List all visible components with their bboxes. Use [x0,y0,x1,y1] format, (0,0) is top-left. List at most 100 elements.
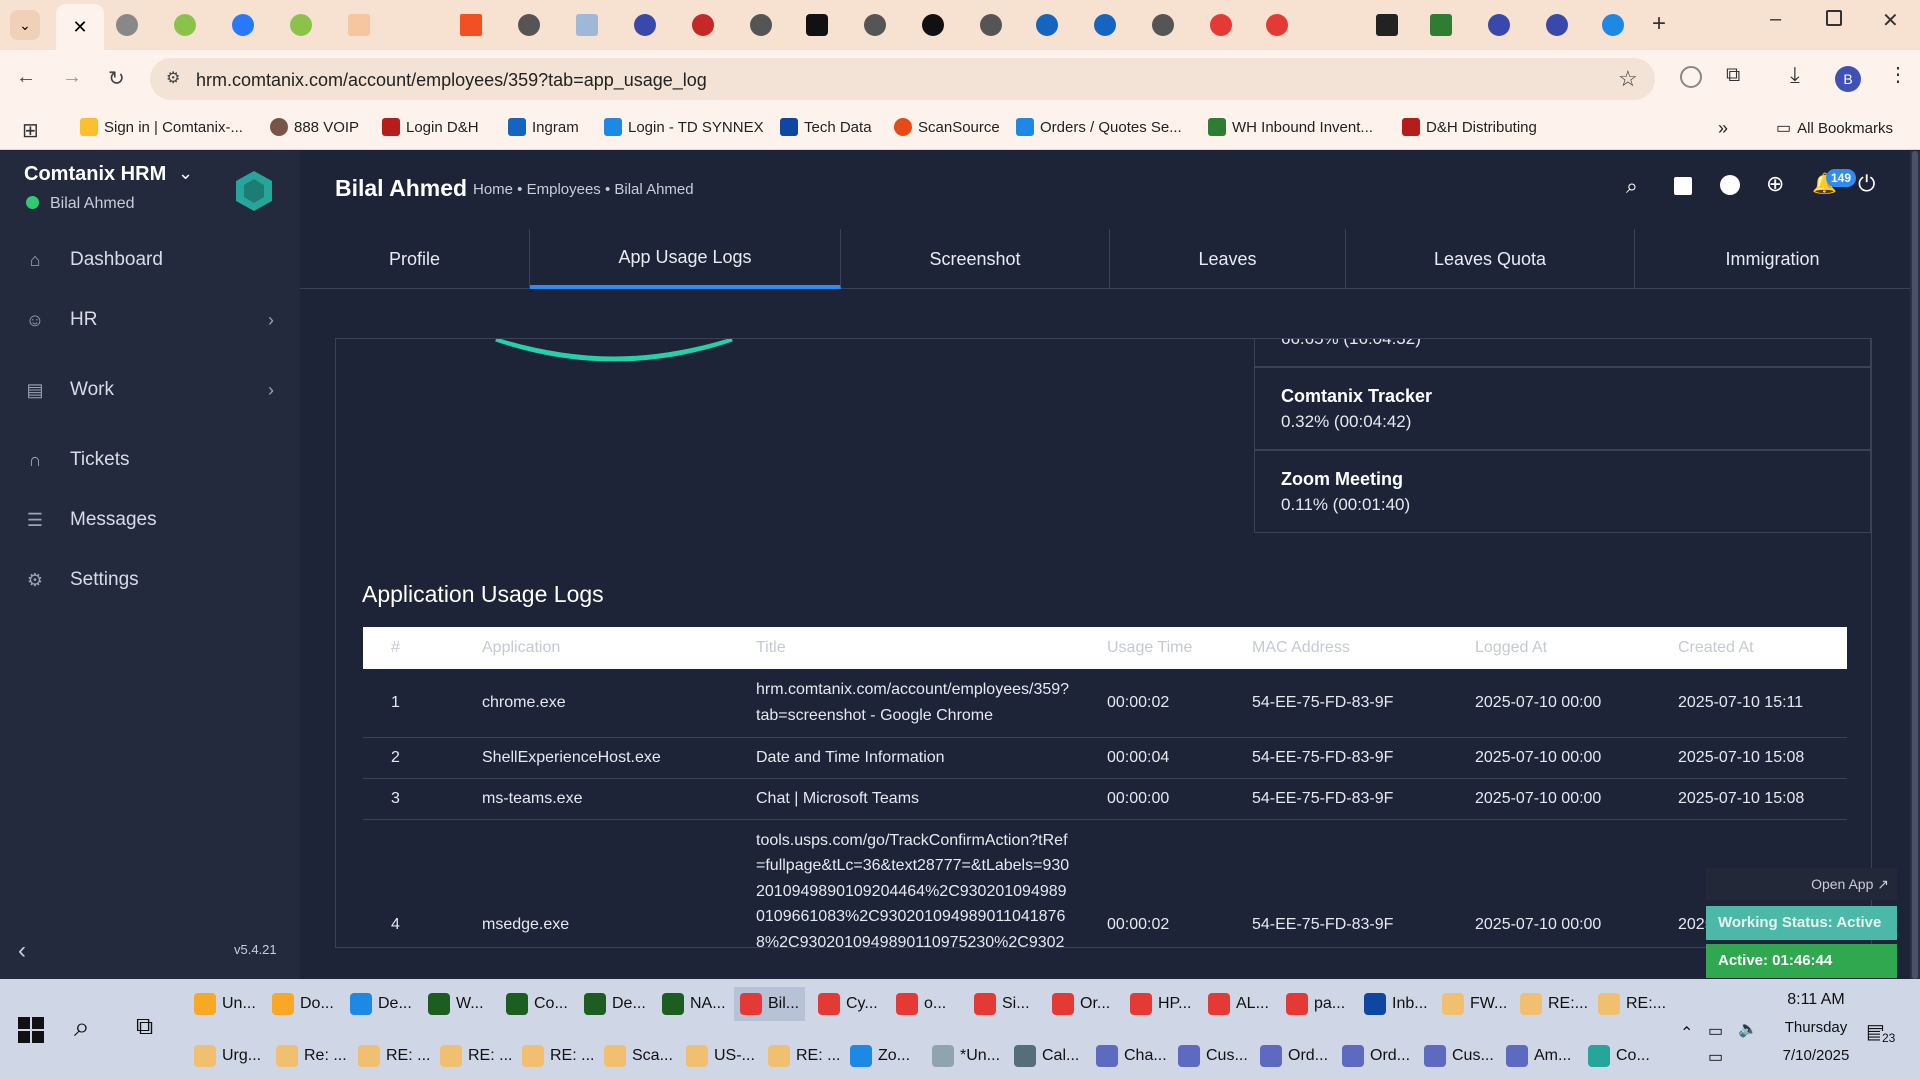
taskbar-app-button[interactable]: Bil... [734,987,806,1021]
taskbar-app-button[interactable]: RE: ... [358,1045,430,1067]
more-bookmarks-icon[interactable]: » [1718,118,1728,139]
tab-favicon-icon[interactable] [174,14,196,36]
tab-favicon-icon[interactable] [116,14,138,36]
bookmark-item[interactable]: Tech Data [780,118,872,136]
taskbar-app-button[interactable]: De... [350,993,412,1015]
tab-search-icon[interactable]: ⌄ [10,10,40,40]
tab-favicon-icon[interactable] [692,14,714,36]
tab-favicon-icon[interactable] [1094,14,1116,36]
sidebar-item-messages[interactable]: ☰ Messages [0,491,300,549]
tab-favicon-icon[interactable] [576,14,598,36]
taskbar-app-button[interactable]: Cha... [1096,1045,1167,1067]
add-circle-icon[interactable]: ⊕ [1766,171,1784,197]
sidebar-item-settings[interactable]: ⚙ Settings [0,551,300,609]
bookmark-item[interactable]: D&H Distributing [1402,118,1537,136]
battery-icon[interactable]: ▭ [1708,1021,1723,1041]
show-hidden-icons[interactable]: ⌃ [1680,1023,1693,1043]
column-header-mac-address[interactable]: MAC Address [1224,627,1447,669]
sidebar-item-dashboard[interactable]: ⌂ Dashboard [0,231,300,289]
tab-favicon-icon[interactable] [1152,14,1174,36]
tab-favicon-icon[interactable] [348,14,370,36]
bookmark-item[interactable]: ScanSource [894,118,1000,136]
profile-avatar[interactable]: B [1835,66,1861,92]
url-text[interactable]: hrm.comtanix.com/account/employees/359?t… [196,70,707,91]
tab-screenshot[interactable]: Screenshot [841,229,1110,289]
org-name[interactable]: Comtanix HRM [24,163,166,186]
taskbar-app-button[interactable]: FW... [1442,993,1507,1015]
taskbar-app-button[interactable]: De... [584,993,646,1015]
taskbar-app-button[interactable]: Ord... [1260,1045,1328,1067]
tab-favicon-icon[interactable] [922,14,944,36]
taskbar-app-button[interactable]: Cy... [818,993,878,1015]
tab-favicon-icon[interactable] [518,14,540,36]
task-view-icon[interactable]: ⧉ [136,1013,153,1041]
tab-favicon-icon[interactable] [1266,14,1288,36]
taskbar-app-button[interactable]: RE: ... [440,1045,512,1067]
taskbar-app-button[interactable]: Si... [974,993,1030,1015]
taskbar-app-button[interactable]: NA... [662,993,726,1015]
tab-favicon-icon[interactable] [806,14,828,36]
taskbar-app-button[interactable]: W... [428,993,484,1015]
taskbar-app-button[interactable]: Co... [1588,1045,1650,1067]
taskbar-app-button[interactable]: Am... [1506,1045,1571,1067]
taskbar-app-button[interactable]: Un... [194,993,256,1015]
sidebar-item-work[interactable]: ▤ Work › [0,361,300,419]
taskbar-app-button[interactable]: RE:... [1520,993,1588,1015]
apps-grid-icon[interactable]: ⊞ [22,118,39,143]
tab-profile[interactable]: Profile [300,229,530,289]
clock-icon[interactable] [1720,175,1740,195]
taskbar-app-button[interactable]: US-... [686,1045,755,1067]
column-header-number[interactable]: # [363,627,454,669]
taskbar-app-button[interactable]: Zo... [850,1045,910,1067]
volume-icon[interactable]: 🔈 [1738,1019,1758,1039]
clock-day[interactable]: Thursday [1776,1019,1856,1036]
taskbar-app-button[interactable]: Ord... [1342,1045,1410,1067]
tab-favicon-icon[interactable] [460,14,482,36]
bookmark-item[interactable]: Login - TD SYNNEX [604,118,764,136]
scrollbar-thumb[interactable] [1912,151,1918,979]
bookmark-item[interactable]: Login D&H [382,118,479,136]
all-bookmarks[interactable]: ▭ All Bookmarks [1776,118,1893,138]
minimize-icon[interactable]: – [1770,8,1781,31]
taskbar-app-button[interactable]: Do... [272,993,334,1015]
tab-favicon-icon[interactable] [1488,14,1510,36]
table-row[interactable]: 3 ms-teams.exe Chat | Microsoft Teams 00… [363,778,1847,820]
taskbar-app-button[interactable]: Cal... [1014,1045,1079,1067]
tab-leaves[interactable]: Leaves [1110,229,1346,289]
taskbar-app-button[interactable]: o... [896,993,946,1015]
page-scrollbar[interactable] [1910,151,1920,979]
tab-favicon-icon[interactable] [1376,14,1398,36]
taskbar-app-button[interactable]: Inb... [1364,993,1428,1015]
bookmark-item[interactable]: 888 VOIP [270,118,359,136]
tab-favicon-icon[interactable] [1602,14,1624,36]
taskbar-app-button[interactable]: Re: ... [276,1045,347,1067]
taskbar-app-button[interactable]: AL... [1208,993,1269,1015]
close-window-icon[interactable]: ✕ [1882,8,1899,33]
taskbar-app-button[interactable]: *Un... [932,1045,1000,1067]
column-header-application[interactable]: Application [454,627,728,669]
table-row[interactable]: 4 msedge.exe tools.usps.com/go/TrackConf… [363,819,1847,947]
extensions-icon[interactable]: ⧉ [1726,64,1740,87]
taskbar-app-button[interactable]: pa... [1286,993,1345,1015]
taskbar-app-button[interactable]: HP... [1130,993,1192,1015]
network-icon[interactable]: ▭ [1708,1047,1723,1067]
tab-leaves-quota[interactable]: Leaves Quota [1346,229,1635,289]
taskbar-app-button[interactable]: Cus... [1178,1045,1248,1067]
site-info-icon[interactable]: ⚙ [166,68,180,88]
taskbar-app-button[interactable]: Sca... [604,1045,673,1067]
new-tab-icon[interactable]: + [1652,10,1666,38]
search-icon[interactable]: ⌕ [74,1011,90,1044]
collapse-sidebar-icon[interactable]: ‹ [18,937,26,965]
column-header-created-at[interactable]: Created At [1650,627,1847,669]
taskbar-app-button[interactable]: Co... [506,993,568,1015]
tab-app-usage-logs[interactable]: App Usage Logs [530,229,841,289]
column-header-logged-at[interactable]: Logged At [1447,627,1650,669]
power-icon[interactable]: ⏻ [1858,171,1875,197]
address-bar[interactable]: ⚙ hrm.comtanix.com/account/employees/359… [150,58,1655,100]
bookmark-item[interactable]: Sign in | Comtanix-... [80,118,243,136]
bookmark-item[interactable]: Orders / Quotes Se... [1016,118,1182,136]
bookmark-star-icon[interactable]: ☆ [1618,66,1638,92]
tab-favicon-icon[interactable] [232,14,254,36]
column-header-title[interactable]: Title [728,627,1079,669]
sidebar-item-tickets[interactable]: ∩ Tickets [0,431,300,489]
